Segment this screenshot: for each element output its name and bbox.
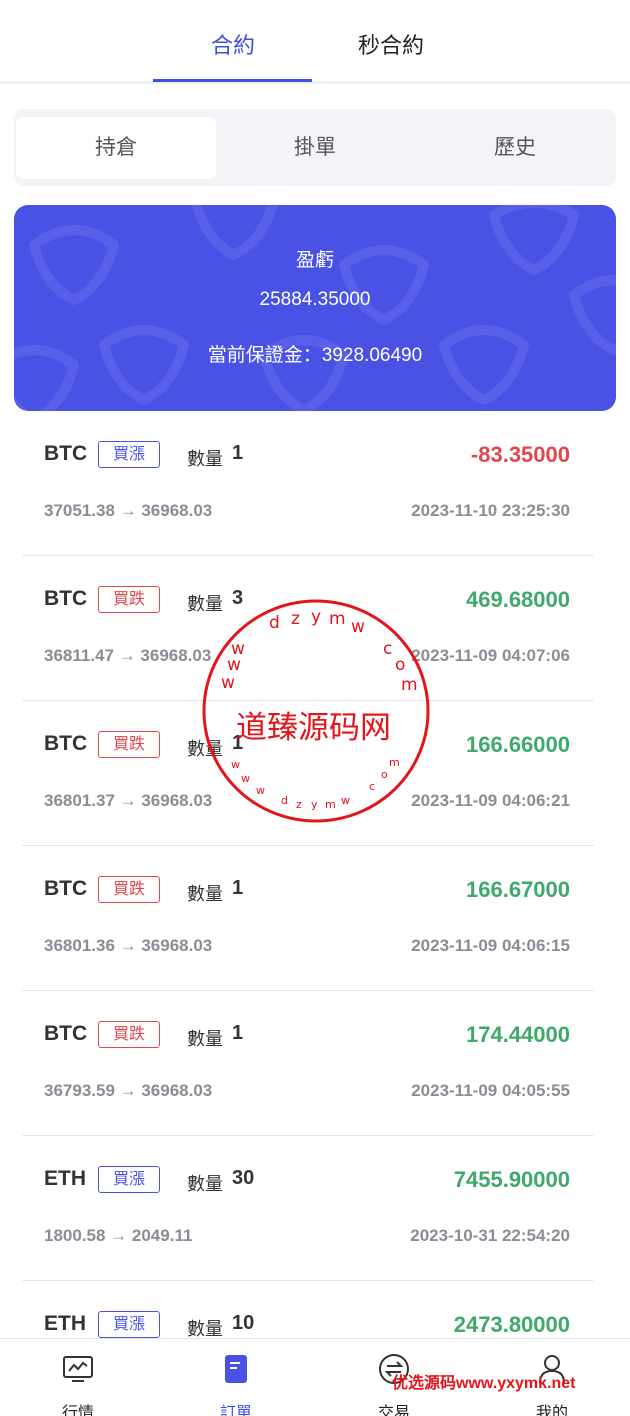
margin-text: 當前保證金：3928.06490 [207, 345, 423, 366]
document-icon [225, 1355, 247, 1383]
order-qty: 1 [232, 442, 244, 464]
pnl-label: 盈虧 [295, 250, 334, 271]
nav-label: 我的 [535, 1405, 568, 1416]
svg-text:w: w [227, 655, 241, 675]
tab-contract[interactable]: 合約 [153, 28, 313, 84]
active-tab-indicator [153, 79, 312, 82]
svg-text:o: o [395, 655, 405, 675]
top-tab-bar: 合約 秒合約 [0, 0, 630, 84]
order-time: 2023-11-09 04:07:06 [411, 646, 570, 665]
order-prices: 36801.36 → 36968.03 [44, 936, 213, 955]
order-time: 2023-11-09 04:05:55 [411, 1081, 570, 1100]
svg-text:o: o [381, 768, 388, 781]
svg-text:z: z [296, 798, 302, 811]
nav-label: 行情 [61, 1405, 94, 1416]
svg-text:d: d [269, 613, 280, 633]
order-prices: 37051.38 → 36968.03 [44, 501, 213, 520]
order-time: 2023-11-09 04:06:15 [411, 936, 570, 955]
segment-positions[interactable]: 持倉 [16, 117, 216, 179]
svg-text:w: w [241, 772, 250, 785]
order-side-badge: 買跌 [98, 731, 160, 758]
svg-text:w: w [256, 784, 265, 797]
svg-text:z: z [291, 609, 300, 629]
qty-label: 數量 [187, 884, 223, 904]
pnl-summary-card: 盈虧 25884.35000 當前保證金：3928.06490 [14, 205, 616, 411]
order-row[interactable]: BTC 買跌 數量 1 174.44000 36793.59 → 36968.0… [22, 991, 594, 1136]
svg-text:w: w [351, 617, 365, 637]
order-symbol: BTC [44, 587, 88, 610]
order-symbol: BTC [44, 732, 88, 755]
svg-text:c: c [383, 639, 392, 659]
order-pnl: 166.67000 [466, 877, 570, 902]
order-pnl: 7455.90000 [453, 1167, 570, 1192]
order-symbol: ETH [44, 1312, 86, 1335]
svg-text:m: m [325, 798, 336, 811]
svg-text:w: w [341, 794, 350, 807]
svg-text:w: w [231, 758, 240, 771]
order-qty: 10 [232, 1312, 255, 1334]
order-pnl: 469.68000 [466, 587, 570, 612]
order-pnl: 174.44000 [466, 1022, 570, 1047]
order-row[interactable]: BTC 買漲 數量 1 -83.35000 37051.38 → 36968.0… [22, 411, 594, 556]
order-prices: 36811.47 → 36968.03 [44, 646, 212, 665]
order-symbol: BTC [44, 1022, 88, 1045]
order-side-badge: 買漲 [98, 1166, 160, 1193]
order-prices: 1800.58 → 2049.11 [44, 1226, 193, 1245]
order-time: 2023-10-31 22:54:20 [410, 1226, 570, 1245]
nav-label: 訂單 [219, 1405, 252, 1416]
nav-market[interactable]: 行情 [28, 1345, 128, 1416]
order-row[interactable]: ETH 買漲 數量 30 7455.90000 1800.58 → 2049.1… [22, 1136, 594, 1281]
order-side-badge: 買跌 [98, 1021, 160, 1048]
order-qty: 1 [232, 877, 244, 899]
order-side-badge: 買跌 [98, 586, 160, 613]
pnl-value: 25884.35000 [259, 289, 371, 310]
order-time: 2023-11-10 23:25:30 [411, 501, 570, 520]
segment-pending[interactable]: 掛單 [215, 117, 415, 179]
order-symbol: BTC [44, 877, 88, 900]
svg-text:y: y [311, 798, 318, 811]
order-pnl: -83.35000 [470, 442, 570, 467]
qty-label: 數量 [187, 1174, 223, 1194]
order-pnl: 2473.80000 [453, 1312, 570, 1337]
order-symbol: BTC [44, 442, 88, 465]
order-side-badge: 買跌 [98, 876, 160, 903]
tab-seconds-contract[interactable]: 秒合約 [311, 28, 471, 84]
svg-text:y: y [311, 607, 321, 627]
svg-text:m: m [329, 609, 346, 629]
svg-text:w: w [221, 673, 235, 693]
order-side-badge: 買漲 [98, 441, 160, 468]
svg-text:d: d [281, 794, 288, 807]
order-status-segment: 持倉 掛單 歷史 [14, 109, 616, 186]
segment-history[interactable]: 歷史 [415, 117, 615, 179]
order-symbol: ETH [44, 1167, 86, 1190]
qty-label: 數量 [187, 1029, 223, 1049]
watermark-stamp-title: 道臻源码网 [236, 710, 391, 746]
order-qty: 30 [232, 1167, 255, 1189]
nav-orders[interactable]: 訂單 [186, 1345, 286, 1416]
order-qty: 1 [232, 1022, 244, 1044]
order-row[interactable]: BTC 買跌 數量 1 166.67000 36801.36 → 36968.0… [22, 846, 594, 991]
svg-text:m: m [389, 756, 400, 769]
chart-icon [63, 1356, 93, 1382]
order-time: 2023-11-09 04:06:21 [411, 791, 570, 810]
order-prices: 36801.37 → 36968.03 [44, 791, 213, 810]
nav-label: 交易 [377, 1405, 410, 1416]
order-prices: 36793.59 → 36968.03 [44, 1081, 213, 1100]
svg-text:m: m [401, 675, 418, 695]
order-side-badge: 買漲 [98, 1311, 160, 1338]
qty-label: 數量 [187, 449, 223, 469]
order-pnl: 166.66000 [466, 732, 570, 757]
watermark-bottom-text: 优选源码www.yxymk.net [392, 1375, 576, 1392]
svg-text:c: c [369, 780, 375, 793]
